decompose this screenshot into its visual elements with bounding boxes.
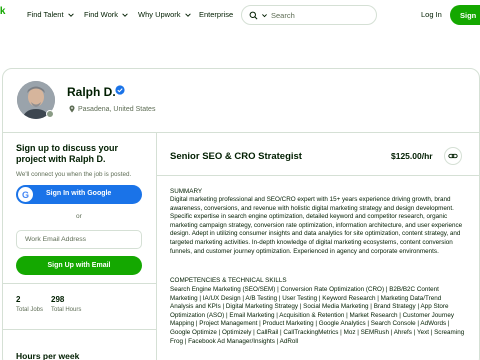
copy-link-button[interactable] [444, 147, 462, 165]
profile-card: Ralph D. Pasadena, United States Sign up… [2, 68, 480, 360]
profile-header: Ralph D. Pasadena, United States [3, 69, 479, 133]
signup-button-label: Sign [460, 10, 477, 20]
search-icon [249, 11, 258, 19]
link-icon [448, 153, 458, 159]
chevron-down-icon [122, 12, 128, 17]
nav-why-upwork[interactable]: Why Upwork [138, 10, 192, 19]
profile-main: Senior SEO & CRO Strategist $125.00/hr S… [157, 133, 479, 360]
summary-text: Digital marketing professional and SEO/C… [170, 196, 463, 255]
or-divider: or [76, 213, 82, 220]
freelancer-name: Ralph D. [67, 85, 116, 99]
stat-value: 298 [51, 295, 65, 304]
nav-enterprise-label: Enterprise [199, 10, 234, 19]
signup-email-button[interactable]: Sign Up with Email [16, 256, 142, 275]
stat-total-hours: 298 Total Hours [51, 295, 81, 313]
stat-total-jobs: 2 Total Jobs [16, 295, 43, 313]
location-text: Pasadena, United States [78, 105, 156, 113]
signup-email-label: Sign Up with Email [47, 262, 111, 269]
email-field[interactable] [16, 230, 142, 249]
skills-heading: COMPETENCIES & TECHNICAL SKILLS [170, 277, 287, 284]
nav-find-talent-label: Find Talent [27, 10, 64, 19]
top-navigation: rk Find Talent Find Work Why Upwork Ente… [0, 0, 480, 30]
login-link[interactable]: Log In [421, 10, 442, 19]
nav-why-upwork-label: Why Upwork [138, 10, 181, 19]
job-title: Senior SEO & CRO Strategist [170, 151, 302, 162]
stat-label: Total Hours [51, 307, 82, 313]
nav-find-talent[interactable]: Find Talent [27, 10, 75, 19]
stat-label: Total Jobs [16, 307, 44, 313]
verified-badge-icon [115, 85, 125, 95]
divider [3, 283, 157, 284]
signup-heading: Sign up to discuss your project with Ral… [16, 143, 119, 164]
nav-enterprise[interactable]: Enterprise [199, 10, 233, 19]
search-input[interactable] [271, 10, 371, 20]
signup-note: We'll connect you when the job is posted… [16, 171, 132, 178]
location: Pasadena, United States [69, 105, 155, 113]
contact-sidebar: Sign up to discuss your project with Ral… [3, 133, 157, 360]
google-signin-button[interactable]: G Sign In with Google [16, 185, 142, 204]
signup-button[interactable]: Sign [450, 5, 480, 25]
summary-heading: SUMMARY [170, 188, 203, 195]
location-pin-icon [69, 105, 75, 113]
nav-find-work[interactable]: Find Work [84, 10, 129, 19]
stat-value: 2 [16, 295, 21, 304]
divider [157, 175, 479, 176]
search-box[interactable] [241, 5, 377, 25]
online-status-dot [46, 110, 54, 118]
chevron-down-icon [184, 12, 191, 17]
google-icon: G [18, 187, 33, 202]
google-signin-label: Sign In with Google [46, 190, 112, 197]
upwork-logo[interactable]: rk [0, 6, 5, 17]
hourly-rate: $125.00/hr [391, 151, 433, 161]
skills-text: Search Engine Marketing (SEO/SEM) | Conv… [170, 286, 465, 345]
divider [3, 329, 157, 330]
hours-per-week-heading: Hours per week [16, 351, 80, 360]
chevron-down-icon [67, 12, 74, 17]
nav-find-work-label: Find Work [84, 10, 119, 19]
chevron-down-icon[interactable] [261, 12, 268, 19]
